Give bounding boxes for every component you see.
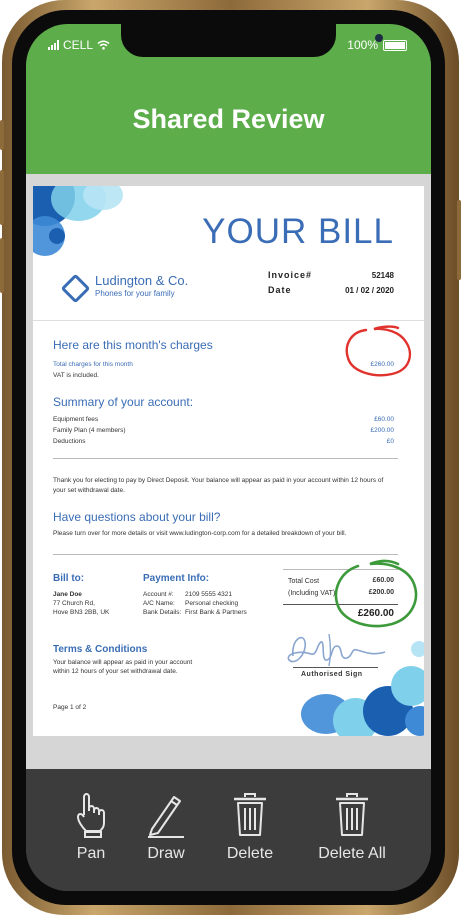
status-bar-left: CELL bbox=[48, 38, 110, 52]
bill-to-label: Bill to: bbox=[53, 573, 85, 584]
battery-percent: 100% bbox=[347, 38, 378, 52]
carrier-label: CELL bbox=[63, 38, 94, 52]
summary-heading: Summary of your account: bbox=[53, 395, 194, 409]
divider bbox=[33, 320, 424, 321]
authorised-sign-label: Authorised Sign bbox=[301, 671, 363, 678]
trash-icon bbox=[336, 793, 368, 836]
delete-all-label: Delete All bbox=[318, 845, 386, 862]
invoice-label: Invoice# bbox=[268, 270, 313, 280]
summary-item-value: £200.00 bbox=[370, 427, 395, 434]
draw-button[interactable]: Draw bbox=[121, 791, 211, 863]
company-logo-icon bbox=[60, 273, 91, 304]
company-tagline: Phones for your family bbox=[95, 289, 175, 298]
document-viewer[interactable]: YOUR BILL Ludington & Co. Phones for you… bbox=[26, 174, 431, 769]
pan-label: Pan bbox=[76, 845, 106, 862]
decor-blob bbox=[411, 641, 424, 657]
power-button bbox=[457, 200, 461, 280]
summary-item-label: Equipment fees bbox=[53, 416, 99, 423]
account-label: Account #: bbox=[143, 591, 174, 598]
signal-icon bbox=[48, 40, 59, 50]
summary-item-label: Deductions bbox=[53, 438, 86, 445]
questions-note: Please turn over for more details or vis… bbox=[53, 530, 347, 537]
green-annotation-circle bbox=[334, 559, 418, 628]
page-indicator: Page 1 of 2 bbox=[53, 704, 87, 711]
divider bbox=[293, 667, 378, 668]
page-title: Shared Review bbox=[132, 104, 325, 134]
bill-to-address: 77 Church Rd, bbox=[53, 600, 95, 607]
battery-icon bbox=[383, 39, 407, 51]
date-value: 01 / 02 / 2020 bbox=[345, 286, 394, 295]
date-label: Date bbox=[268, 285, 292, 295]
ac-name-label: A/C Name: bbox=[143, 600, 175, 607]
volume-up-button bbox=[0, 170, 4, 225]
summary-item-value: £0 bbox=[386, 438, 394, 445]
hand-pointer-icon bbox=[77, 793, 105, 838]
summary-item-value: £60.00 bbox=[374, 416, 394, 423]
delete-button[interactable]: Delete bbox=[205, 791, 295, 863]
decor-blob bbox=[391, 666, 424, 706]
bill-to-name: Jane Doe bbox=[53, 591, 82, 598]
summary-item-label: Family Plan (4 members) bbox=[53, 427, 126, 434]
terms-heading: Terms & Conditions bbox=[53, 644, 148, 655]
screen: CELL 100% Shared Review YOUR BILL Luding… bbox=[26, 24, 431, 891]
decor-blob bbox=[405, 706, 424, 736]
app-header: CELL 100% Shared Review bbox=[26, 24, 431, 174]
divider bbox=[53, 458, 398, 459]
company-name: Ludington & Co. bbox=[95, 273, 189, 288]
decor-blob bbox=[83, 186, 123, 210]
questions-heading: Have questions about your bill? bbox=[53, 510, 221, 524]
annotation-toolbar: Pan Draw Delete Delete All bbox=[26, 769, 431, 891]
payment-note: Thank you for electing to pay by Direct … bbox=[53, 477, 384, 494]
ac-name-value: Personal checking bbox=[185, 600, 239, 607]
wifi-icon bbox=[97, 40, 110, 50]
terms-note: Your balance will appear as paid in your… bbox=[53, 659, 193, 675]
draw-label: Draw bbox=[147, 845, 185, 862]
payment-info-label: Payment Info: bbox=[143, 573, 210, 584]
volume-down-button bbox=[0, 238, 4, 293]
notch bbox=[121, 24, 383, 57]
delete-all-button[interactable]: Delete All bbox=[302, 791, 402, 863]
bill-to-address: Hove BN3 2BB, UK bbox=[53, 609, 110, 616]
bill-heading: YOUR BILL bbox=[202, 212, 394, 251]
status-bar-right: 100% bbox=[347, 38, 407, 52]
bank-label: Bank Details: bbox=[143, 609, 182, 616]
bank-value: First Bank & Partners bbox=[185, 609, 247, 616]
delete-label: Delete bbox=[226, 845, 274, 862]
invoice-document[interactable]: YOUR BILL Ludington & Co. Phones for you… bbox=[33, 186, 424, 736]
charges-heading: Here are this month's charges bbox=[53, 338, 213, 352]
total-charges-label: Total charges for this month bbox=[53, 361, 133, 368]
pencil-icon bbox=[148, 796, 184, 838]
mute-switch bbox=[0, 120, 4, 150]
invoice-value: 52148 bbox=[371, 271, 394, 280]
red-annotation-circle bbox=[345, 325, 412, 377]
trash-icon bbox=[234, 793, 266, 836]
total-cost-label: Total Cost bbox=[288, 578, 320, 585]
decor-blob bbox=[49, 228, 65, 244]
account-value: 2109 5555 4321 bbox=[185, 591, 232, 598]
vat-note: VAT is included. bbox=[53, 372, 99, 379]
divider bbox=[53, 554, 398, 555]
